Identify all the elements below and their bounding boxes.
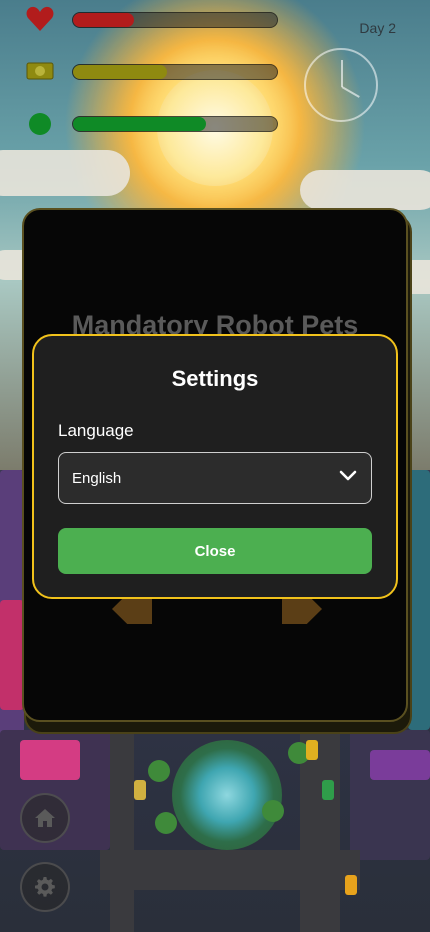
car — [306, 740, 318, 760]
modal-title: Settings — [171, 366, 259, 391]
language-select-value: English — [72, 470, 122, 487]
language-label: Language — [58, 421, 134, 440]
energy-bar-fill — [73, 117, 206, 131]
home-button[interactable] — [20, 793, 70, 843]
energy-icon — [26, 110, 54, 138]
car — [134, 780, 146, 800]
building — [0, 600, 24, 710]
central-plaza — [172, 740, 282, 850]
health-bar — [72, 12, 278, 28]
money-bar-fill — [73, 65, 167, 79]
cloud — [300, 170, 430, 210]
cash-icon — [26, 57, 54, 85]
health-bar-fill — [73, 13, 135, 27]
health-row — [26, 5, 54, 33]
day-label: Day 2 — [359, 20, 396, 36]
close-button[interactable]: Close — [58, 528, 372, 574]
chevron-down-icon — [339, 470, 357, 481]
building — [20, 740, 80, 780]
car — [322, 780, 334, 800]
road — [100, 850, 360, 890]
tree — [262, 800, 284, 822]
settings-button[interactable] — [20, 862, 70, 912]
cloud — [0, 150, 130, 196]
clock-icon — [304, 48, 378, 122]
language-select[interactable]: English — [58, 452, 372, 504]
settings-modal: Settings Language English Close — [32, 334, 398, 599]
building — [370, 750, 430, 780]
gear-icon — [35, 877, 55, 897]
car — [345, 875, 357, 895]
energy-bar — [72, 116, 278, 132]
clock-hand — [341, 86, 360, 98]
heart-icon — [26, 5, 54, 33]
money-bar — [72, 64, 278, 80]
clock-hand — [341, 60, 343, 87]
tree — [155, 812, 177, 834]
home-icon — [35, 809, 55, 827]
tree — [148, 760, 170, 782]
road — [110, 730, 134, 932]
energy-row — [26, 110, 54, 138]
money-row — [26, 57, 54, 85]
